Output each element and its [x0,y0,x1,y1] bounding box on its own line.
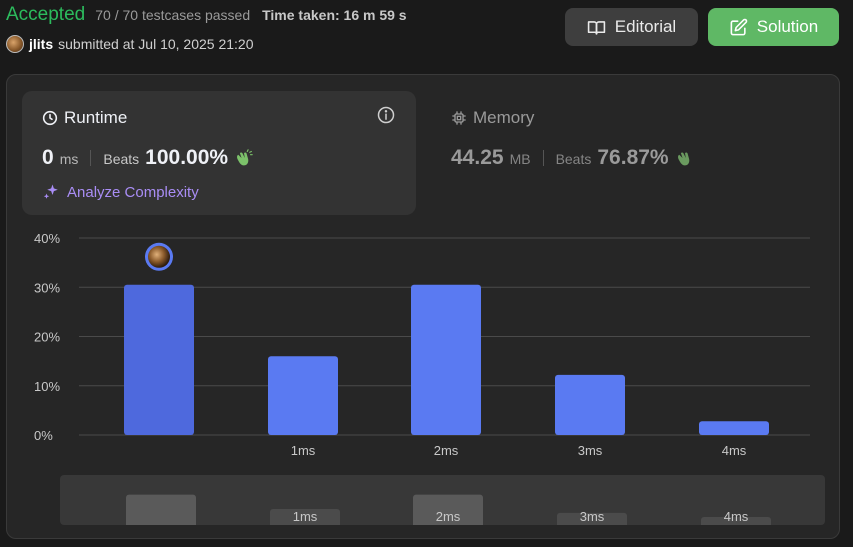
book-icon [587,20,605,35]
x-tick-label: 4ms [722,443,747,458]
chart-bar [411,284,481,435]
y-tick-label: 20% [34,330,60,345]
y-tick-label: 0% [34,428,53,443]
submitted-at: submitted at Jul 10, 2025 21:20 [58,36,254,52]
avatar[interactable] [6,35,24,53]
editorial-label: Editorial [614,17,677,36]
overview-bar [126,494,196,525]
result-panel: Runtime 0 ms Beats 100.00% Analyze Compl… [6,74,840,539]
testcases-passed: 70 / 70 testcases passed [95,7,251,23]
x-tick-label: 2ms [434,443,459,458]
chart-overview-strip[interactable]: 1ms 2ms 3ms 4ms [60,475,825,525]
overview-x-label: 2ms [436,509,461,524]
y-tick-label: 40% [34,231,60,246]
runtime-distribution-chart[interactable]: 40% 30% 20% 10% 0% 1ms 2ms 3ms 4ms [7,75,841,540]
overview-x-label: 1ms [293,509,318,524]
submitter-line: jlits submitted at Jul 10, 2025 21:20 [6,35,253,53]
time-taken: Time taken: 16 m 59 s [262,7,407,23]
chart-bar [124,284,194,435]
username-link[interactable]: jlits [29,36,53,52]
editorial-button[interactable]: Editorial [565,8,698,46]
chart-bar [699,421,769,435]
overview-chart[interactable]: 1ms 2ms 3ms 4ms [60,475,825,525]
edit-icon [730,18,748,35]
selected-marker-avatar [148,245,170,268]
chart-bar [268,356,338,435]
solution-label: Solution [756,17,819,36]
x-tick-label: 1ms [291,443,316,458]
y-tick-label: 10% [34,379,60,394]
x-tick-label: 3ms [578,443,603,458]
overview-x-label: 4ms [724,509,749,524]
submission-status-bar: Accepted 70 / 70 testcases passed Time t… [6,4,407,28]
chart-bar [555,374,625,435]
y-tick-label: 30% [34,280,60,295]
overview-x-label: 3ms [580,509,605,524]
solution-button[interactable]: Solution [708,8,839,46]
accepted-status: Accepted [6,4,86,25]
